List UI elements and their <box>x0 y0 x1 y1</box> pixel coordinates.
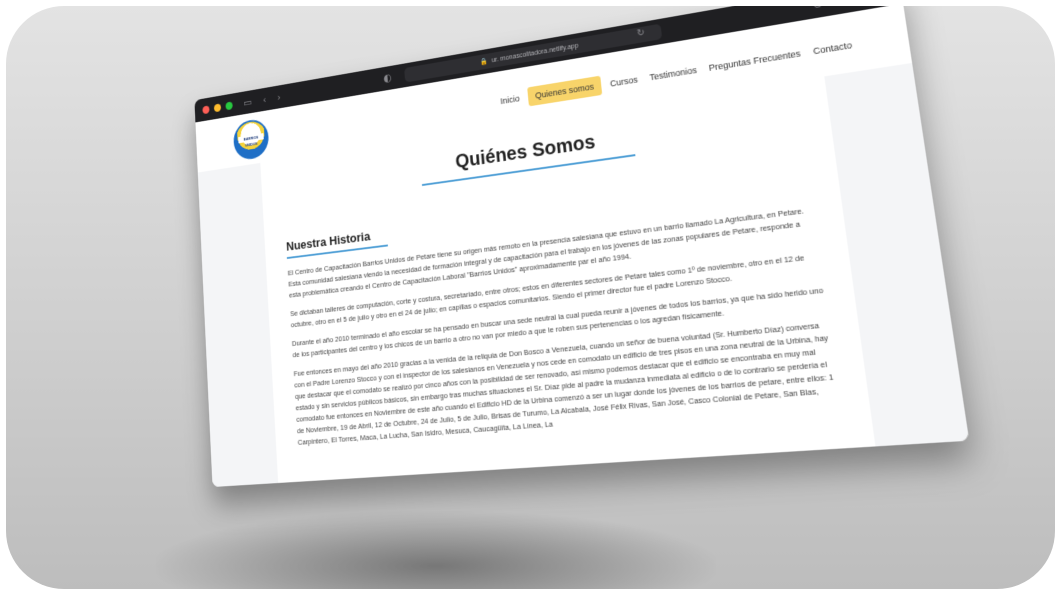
menu-testimonios[interactable]: Testimonios <box>646 61 701 87</box>
maximize-window-button[interactable] <box>225 100 233 110</box>
reload-icon[interactable]: ↻ <box>636 27 645 39</box>
lock-icon: 🔒 <box>479 58 489 67</box>
menu-quienes-somos[interactable]: Quienes somos <box>527 75 603 107</box>
download-icon[interactable]: ⊙ <box>812 6 824 12</box>
menu-cursos[interactable]: Cursos <box>606 70 641 93</box>
close-window-button[interactable] <box>202 104 210 114</box>
sidebar-toggle-icon[interactable]: ▭ <box>243 96 252 109</box>
forward-icon[interactable]: › <box>277 91 281 103</box>
menu-inicio[interactable]: Inicio <box>497 89 523 110</box>
drop-shadow <box>156 511 716 589</box>
menu-preguntas-frecuentes[interactable]: Preguntas Frecuentes <box>705 44 805 78</box>
menu-contacto[interactable]: Contacto <box>809 35 857 60</box>
minimize-window-button[interactable] <box>213 102 222 112</box>
back-icon[interactable]: ‹ <box>262 93 266 105</box>
logo-text: BARRIOS UNIDOS <box>238 133 264 148</box>
share-icon[interactable]: ⇪ <box>834 6 846 8</box>
window-controls <box>202 100 233 114</box>
privacy-shield-icon[interactable]: ◐ <box>383 71 392 84</box>
browser-window: ▭ ‹ › ◐ 🔒 ur. monascolitadora.netlify.ap… <box>194 6 970 488</box>
site-logo[interactable]: BARRIOS UNIDOS <box>232 117 270 162</box>
device-background: ▭ ‹ › ◐ 🔒 ur. monascolitadora.netlify.ap… <box>6 6 1055 589</box>
